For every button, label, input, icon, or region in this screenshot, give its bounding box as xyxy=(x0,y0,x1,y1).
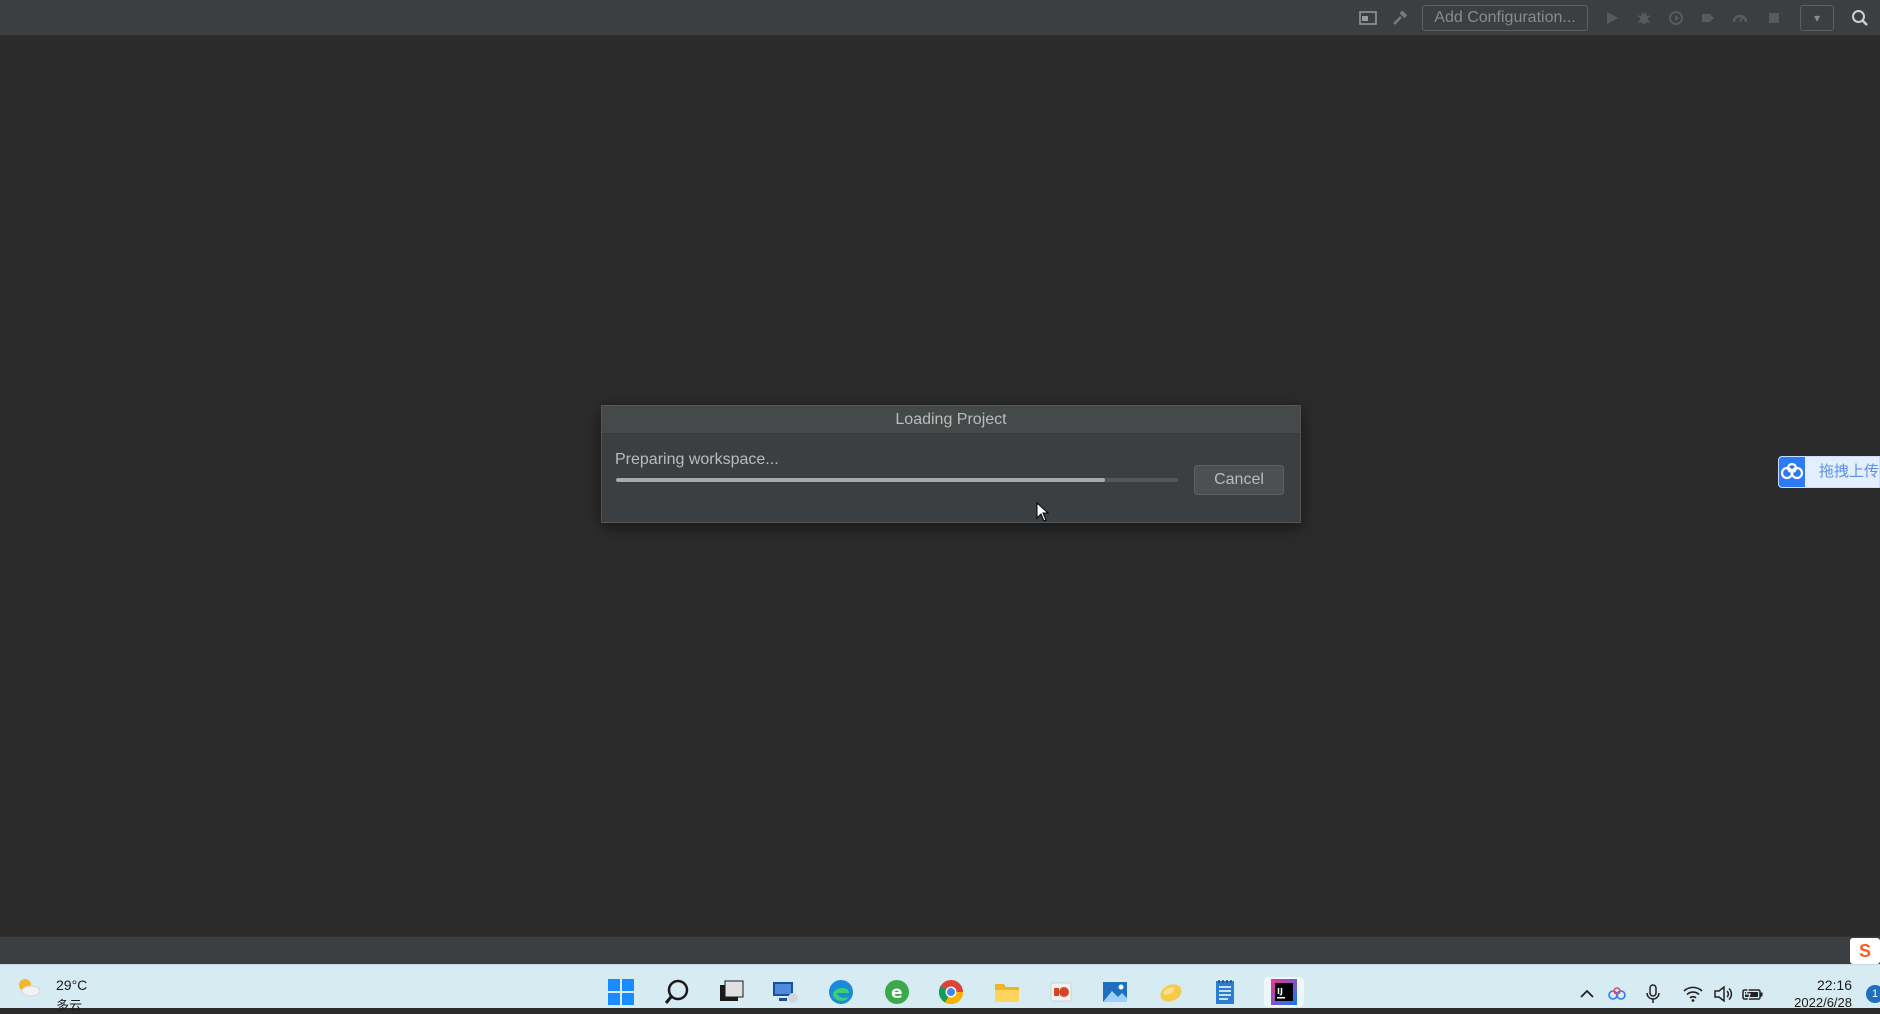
loading-project-dialog: Loading Project Preparing workspace... C… xyxy=(601,405,1301,523)
progress-bar xyxy=(616,478,1178,482)
svg-text:e: e xyxy=(891,983,903,1003)
intellij-idea-icon[interactable]: IJ xyxy=(1264,977,1304,1007)
windows-taskbar: 29°C 多云 e IJ 22:16 2022/6/28 1 xyxy=(0,964,1880,1013)
cancel-button[interactable]: Cancel xyxy=(1194,465,1284,495)
dialog-message: Preparing workspace... xyxy=(615,451,779,468)
notepad-icon[interactable] xyxy=(1210,977,1240,1007)
weather-condition[interactable]: 多云 xyxy=(56,995,82,1014)
add-configuration-button[interactable]: Add Configuration... xyxy=(1422,5,1588,31)
clock-time[interactable]: 22:16 xyxy=(1812,977,1852,993)
debug-icon[interactable] xyxy=(1634,8,1654,28)
mouse-cursor-icon xyxy=(1036,502,1050,522)
dialog-title: Loading Project xyxy=(602,406,1300,434)
dropdown-icon[interactable]: ▾ xyxy=(1800,5,1834,31)
ide-toolbar: Add Configuration... ▾ xyxy=(0,0,1880,36)
battery-icon[interactable] xyxy=(1742,983,1764,1005)
search-icon[interactable] xyxy=(1850,8,1870,28)
build-hammer-icon[interactable] xyxy=(1390,8,1410,28)
stop-icon[interactable] xyxy=(1764,8,1784,28)
wifi-icon[interactable] xyxy=(1682,983,1704,1005)
layout-icon[interactable] xyxy=(1358,8,1378,28)
weather-partly-cloudy-icon[interactable] xyxy=(14,976,42,998)
sogou-input-icon[interactable]: S xyxy=(1850,938,1880,964)
status-bar xyxy=(0,936,1880,964)
baidu-upload-widget[interactable]: 拖拽上传 xyxy=(1778,456,1880,488)
photos-icon[interactable] xyxy=(1100,977,1130,1007)
remote-desktop-icon[interactable] xyxy=(770,977,800,1007)
svg-text:IJ: IJ xyxy=(1277,987,1283,996)
sticky-app-icon[interactable] xyxy=(1156,977,1186,1007)
windows-start-icon[interactable] xyxy=(606,977,636,1007)
microphone-icon[interactable] xyxy=(1642,983,1664,1005)
profile-icon[interactable] xyxy=(1698,8,1718,28)
chrome-icon[interactable] xyxy=(936,977,966,1007)
volume-icon[interactable] xyxy=(1712,983,1734,1005)
attach-icon[interactable] xyxy=(1730,8,1750,28)
notification-badge[interactable]: 1 xyxy=(1866,985,1880,1003)
weather-temperature[interactable]: 29°C xyxy=(56,977,87,993)
baidu-widget-label: 拖拽上传 xyxy=(1804,457,1879,487)
powerpoint-icon[interactable] xyxy=(1046,977,1076,1007)
show-hidden-icons-chevron-up-icon[interactable] xyxy=(1576,983,1598,1005)
progress-fill xyxy=(616,478,1105,482)
coverage-icon[interactable] xyxy=(1666,8,1686,28)
baidu-cloud-icon xyxy=(1779,457,1805,487)
edge-browser-icon[interactable] xyxy=(826,977,856,1007)
search-icon[interactable] xyxy=(662,977,692,1007)
run-icon[interactable] xyxy=(1602,8,1622,28)
file-explorer-icon[interactable] xyxy=(992,977,1022,1007)
ie-browser-icon[interactable]: e xyxy=(882,977,912,1007)
baidu-netdisk-tray-icon[interactable] xyxy=(1606,983,1628,1005)
task-view-icon[interactable] xyxy=(716,977,746,1007)
